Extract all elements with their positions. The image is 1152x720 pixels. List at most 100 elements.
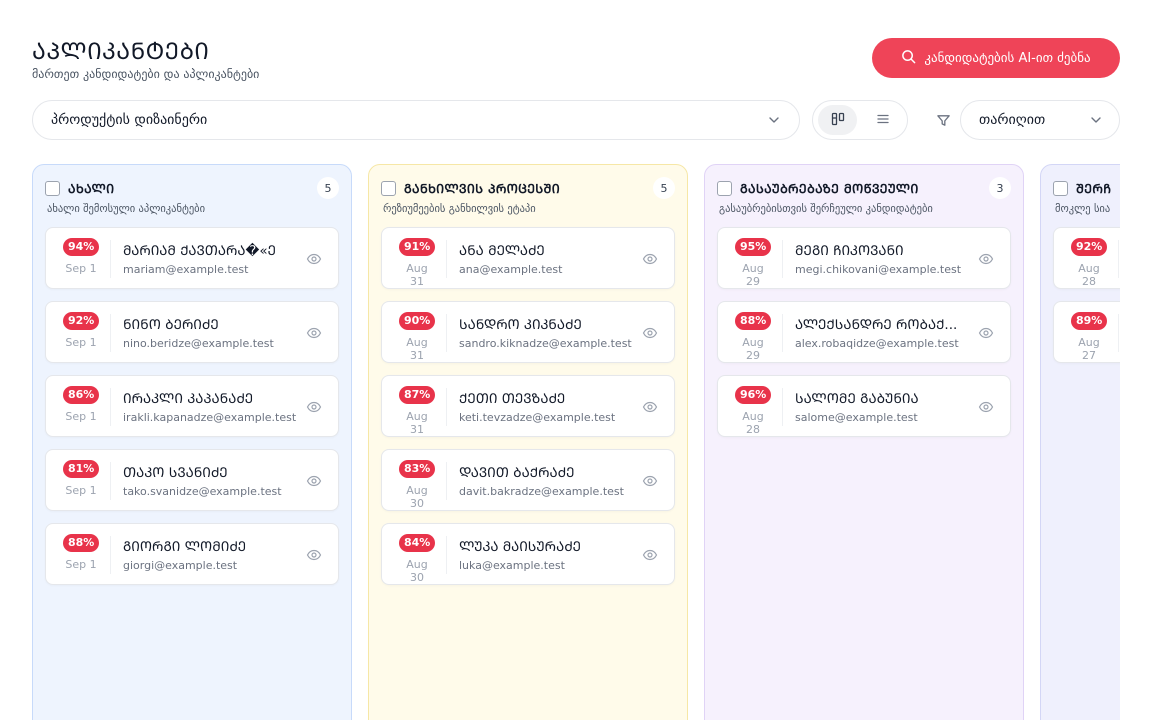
match-score-badge: 87% xyxy=(399,386,436,404)
column-select-checkbox[interactable] xyxy=(717,180,732,196)
candidate-card[interactable]: 89% Aug 27 xyxy=(1053,301,1120,363)
column-card-list: 92% Aug 28 89% Aug 27 xyxy=(1053,227,1120,363)
card-divider xyxy=(110,462,111,500)
applied-date: Sep 1 xyxy=(65,558,97,571)
column-card-list: 94% Sep 1 ᲛᲐᲠᲘᲐᲛ ᲥᲐᲕᲗᲐᲠᲐ�«Ე mariam@examp… xyxy=(45,227,339,585)
candidate-name: ᲗᲐᲙᲝ ᲡᲕᲐᲜᲘᲫᲔ xyxy=(123,465,228,481)
list-view-button[interactable] xyxy=(863,105,902,135)
applied-date: Sep 1 xyxy=(65,262,97,275)
applied-date: Aug 30 xyxy=(406,558,428,584)
column-description: მოკლე სია xyxy=(1055,203,1111,215)
eye-icon[interactable] xyxy=(642,325,658,341)
candidate-card[interactable]: 86% Sep 1 ᲘᲠᲐᲙᲚᲘ ᲙᲐᲞᲐᲜᲐᲫᲔ irakli.kapanad… xyxy=(45,375,339,437)
applied-date: Aug 31 xyxy=(406,336,428,362)
applied-date: Aug 29 xyxy=(742,262,764,288)
candidate-name: ᲛᲔᲒᲘ ᲩᲘᲙᲝᲕᲐᲜᲘ xyxy=(795,243,904,259)
column-select-checkbox[interactable] xyxy=(1053,180,1068,196)
eye-icon[interactable] xyxy=(642,473,658,489)
candidate-name: ᲚᲣᲙᲐ ᲛᲐᲘᲡᲣᲠᲐᲫᲔ xyxy=(459,539,582,555)
eye-icon[interactable] xyxy=(306,473,322,489)
match-score-badge: 92% xyxy=(1071,238,1108,256)
candidate-card[interactable]: 96% Aug 28 ᲡᲐᲚᲝᲛᲔ ᲒᲐᲑᲣᲜᲘᲐ salome@example… xyxy=(717,375,1011,437)
pipeline-column: ᲐᲮᲐᲚᲘ 5 ახალი შემოსული აპლიკანტები 94% S… xyxy=(32,164,352,720)
chevron-down-icon xyxy=(767,113,781,131)
eye-icon[interactable] xyxy=(306,399,322,415)
candidate-card[interactable]: 94% Sep 1 ᲛᲐᲠᲘᲐᲛ ᲥᲐᲕᲗᲐᲠᲐ�«Ე mariam@examp… xyxy=(45,227,339,289)
candidate-card[interactable]: 88% Aug 29 ᲐᲚᲔᲥᲡᲐᲜᲓᲠᲔ ᲠᲝᲑᲐᲥ... alex.roba… xyxy=(717,301,1011,363)
applied-date: Aug 27 xyxy=(1078,336,1100,362)
applied-date: Aug 31 xyxy=(406,410,428,436)
candidate-name: ᲡᲐᲚᲝᲛᲔ ᲒᲐᲑᲣᲜᲘᲐ xyxy=(795,391,919,407)
column-count-badge: 5 xyxy=(317,177,339,199)
sort-select[interactable]: თარიღით xyxy=(960,100,1120,140)
match-score-badge: 90% xyxy=(399,312,436,330)
eye-icon[interactable] xyxy=(306,251,322,267)
card-divider xyxy=(446,240,447,278)
search-icon xyxy=(901,49,916,68)
candidate-card[interactable]: 87% Aug 31 ᲥᲔᲗᲘ ᲗᲔᲕᲖᲐᲫᲔ keti.tevzadze@ex… xyxy=(381,375,675,437)
list-icon xyxy=(876,111,890,130)
board-view-button[interactable] xyxy=(818,105,857,135)
candidate-email: megi.chikovani@example.test xyxy=(795,263,962,276)
column-title: ᲒᲐᲜᲮᲘᲚᲕᲘᲡ ᲞᲠᲝᲪᲔᲡᲨᲘ xyxy=(404,180,561,196)
eye-icon[interactable] xyxy=(306,325,322,341)
card-divider xyxy=(1118,240,1119,278)
eye-icon[interactable] xyxy=(978,399,994,415)
pipeline-column: ᲒᲐᲜᲮᲘᲚᲕᲘᲡ ᲞᲠᲝᲪᲔᲡᲨᲘ 5 რეზიუმეების განხილვ… xyxy=(368,164,688,720)
candidate-name: ᲡᲐᲜᲓᲠᲝ ᲙᲘᲙᲜᲐᲫᲔ xyxy=(459,317,582,333)
eye-icon[interactable] xyxy=(642,547,658,563)
candidate-name: ᲐᲚᲔᲥᲡᲐᲜᲓᲠᲔ ᲠᲝᲑᲐᲥ... xyxy=(795,317,958,333)
candidate-email: ana@example.test xyxy=(459,263,563,276)
column-title: ᲐᲮᲐᲚᲘ xyxy=(68,180,115,196)
candidate-card[interactable]: 92% Aug 28 xyxy=(1053,227,1120,289)
card-divider xyxy=(110,388,111,426)
eye-icon[interactable] xyxy=(978,325,994,341)
ai-search-button[interactable]: კანდიდატების AI-ით ძებნა xyxy=(872,38,1120,78)
match-score-badge: 88% xyxy=(63,534,100,552)
card-divider xyxy=(110,240,111,278)
view-toggle xyxy=(812,100,908,140)
candidate-email: alex.robaqidze@example.test xyxy=(795,337,959,350)
card-divider xyxy=(446,462,447,500)
sort-select-value: თარიღით xyxy=(979,112,1046,128)
candidate-name: ᲘᲠᲐᲙᲚᲘ ᲙᲐᲞᲐᲜᲐᲫᲔ xyxy=(123,391,254,407)
column-header: ᲨᲔᲠᲩ xyxy=(1053,177,1120,199)
candidate-email: giorgi@example.test xyxy=(123,559,238,572)
candidate-card[interactable]: 95% Aug 29 ᲛᲔᲒᲘ ᲩᲘᲙᲝᲕᲐᲜᲘ megi.chikovani@… xyxy=(717,227,1011,289)
match-score-badge: 81% xyxy=(63,460,100,478)
column-select-checkbox[interactable] xyxy=(381,180,396,196)
filter-icon[interactable] xyxy=(934,111,952,129)
eye-icon[interactable] xyxy=(978,251,994,267)
applied-date: Aug 28 xyxy=(1078,262,1100,288)
column-select-checkbox[interactable] xyxy=(45,180,60,196)
column-count-badge: 3 xyxy=(989,177,1011,199)
pipeline-column: ᲨᲔᲠᲩ მოკლე სია 92% Aug 28 89% Aug 27 xyxy=(1040,164,1120,720)
candidate-card[interactable]: 83% Aug 30 ᲓᲐᲕᲘᲗ ᲑᲐᲥᲠᲐᲫᲔ davit.bakradze@… xyxy=(381,449,675,511)
candidate-card[interactable]: 92% Sep 1 ᲜᲘᲜᲝ ᲑᲔᲠᲘᲫᲔ nino.beridze@examp… xyxy=(45,301,339,363)
card-divider xyxy=(446,536,447,574)
candidate-card[interactable]: 91% Aug 31 ᲐᲜᲐ ᲛᲔᲚᲐᲫᲔ ana@example.test xyxy=(381,227,675,289)
column-card-list: 95% Aug 29 ᲛᲔᲒᲘ ᲩᲘᲙᲝᲕᲐᲜᲘ megi.chikovani@… xyxy=(717,227,1011,437)
eye-icon[interactable] xyxy=(642,399,658,415)
column-description: ახალი შემოსული აპლიკანტები xyxy=(47,203,206,215)
candidate-card[interactable]: 84% Aug 30 ᲚᲣᲙᲐ ᲛᲐᲘᲡᲣᲠᲐᲫᲔ luka@example.t… xyxy=(381,523,675,585)
card-divider xyxy=(782,388,783,426)
card-divider xyxy=(446,314,447,352)
candidate-card[interactable]: 88% Sep 1 ᲒᲘᲝᲠᲒᲘ ᲚᲝᲛᲘᲫᲔ giorgi@example.t… xyxy=(45,523,339,585)
column-title: ᲒᲐᲡᲐᲣᲑᲠᲔᲑᲐᲖᲔ ᲛᲝᲬᲕᲔᲣᲚᲘ xyxy=(740,180,919,196)
column-header: ᲒᲐᲡᲐᲣᲑᲠᲔᲑᲐᲖᲔ ᲛᲝᲬᲕᲔᲣᲚᲘ 3 xyxy=(717,177,1011,199)
candidate-card[interactable]: 81% Sep 1 ᲗᲐᲙᲝ ᲡᲕᲐᲜᲘᲫᲔ tako.svanidze@exa… xyxy=(45,449,339,511)
candidate-email: keti.tevzadze@example.test xyxy=(459,411,616,424)
position-select[interactable]: პროდუქტის დიზაინერი xyxy=(32,100,800,140)
match-score-badge: 92% xyxy=(63,312,100,330)
match-score-badge: 83% xyxy=(399,460,436,478)
card-divider xyxy=(782,240,783,278)
applied-date: Aug 28 xyxy=(742,410,764,436)
candidate-card[interactable]: 90% Aug 31 ᲡᲐᲜᲓᲠᲝ ᲙᲘᲙᲜᲐᲫᲔ sandro.kiknadz… xyxy=(381,301,675,363)
page-title: ᲐᲞᲚᲘᲙᲐᲜᲢᲔᲑᲘ xyxy=(32,39,210,65)
match-score-badge: 89% xyxy=(1071,312,1108,330)
candidate-email: salome@example.test xyxy=(795,411,918,424)
candidate-email: mariam@example.test xyxy=(123,263,249,276)
eye-icon[interactable] xyxy=(642,251,658,267)
eye-icon[interactable] xyxy=(306,547,322,563)
